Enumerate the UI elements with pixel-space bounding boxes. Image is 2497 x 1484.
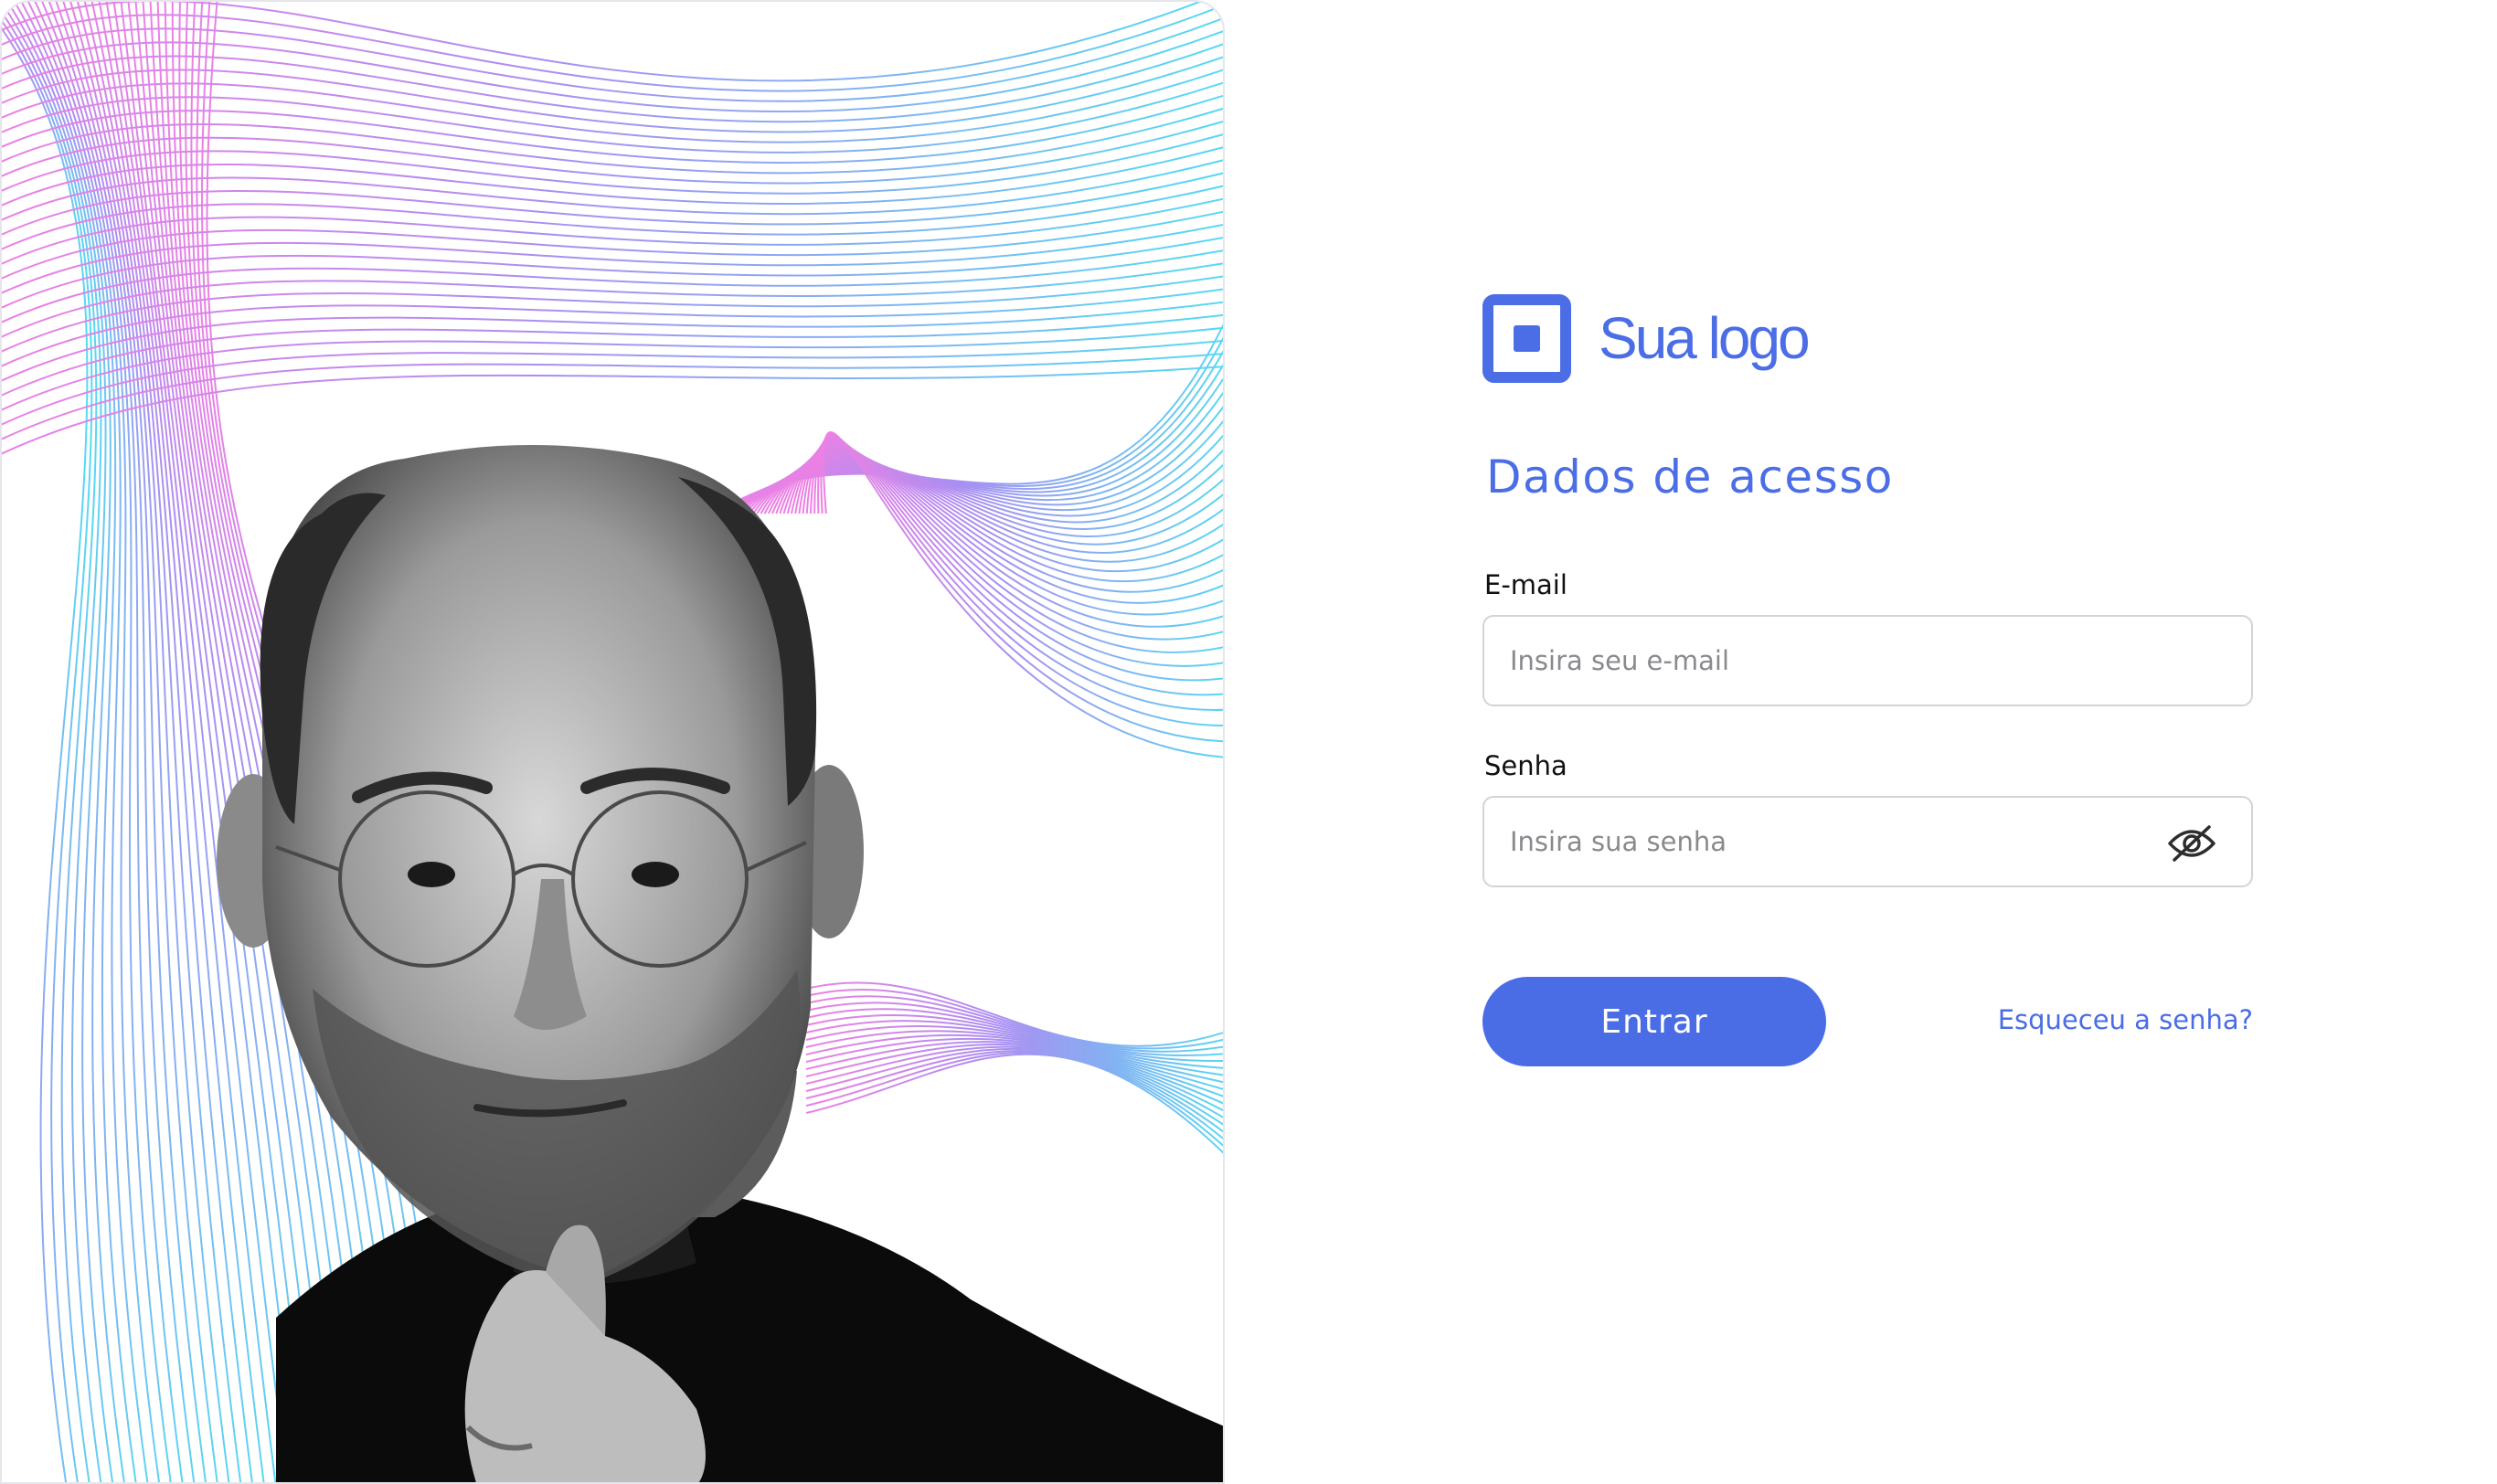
form-actions: Entrar Esqueceu a senha?	[1482, 977, 2255, 1068]
password-label: Senha	[1484, 750, 1567, 781]
email-label: E-mail	[1484, 569, 1567, 600]
logo-square-icon	[1482, 293, 1571, 383]
wave-line	[2, 313, 1223, 397]
form-title: Dados de acesso	[1486, 450, 1894, 504]
wave-line	[2, 10, 98, 1482]
submit-button[interactable]: Entrar	[1482, 977, 1826, 1066]
wave-line	[13, 2, 125, 1482]
wave-line	[805, 1045, 1223, 1126]
wave-line	[805, 1049, 1223, 1140]
password-field-wrapper	[1482, 796, 2253, 887]
logo-text: Sua logo	[1599, 305, 1811, 371]
wave-line	[805, 1051, 1223, 1147]
login-form: Sua logo Dados de acesso E-mail Senha En…	[1482, 292, 2255, 1068]
login-page: Sua logo Dados de acesso E-mail Senha En…	[0, 0, 2497, 1484]
eye-off-icon[interactable]	[2167, 825, 2216, 862]
hero-panel	[0, 0, 1225, 1484]
forgot-password-link[interactable]: Esqueceu a senha?	[1998, 1004, 2253, 1035]
brand-logo: Sua logo	[1482, 292, 2255, 384]
email-field-wrapper	[1482, 615, 2253, 706]
wave-pattern	[2, 2, 1223, 1482]
email-input[interactable]	[1484, 617, 2251, 705]
wave-line	[83, 2, 242, 1482]
password-input[interactable]	[1484, 798, 2251, 885]
